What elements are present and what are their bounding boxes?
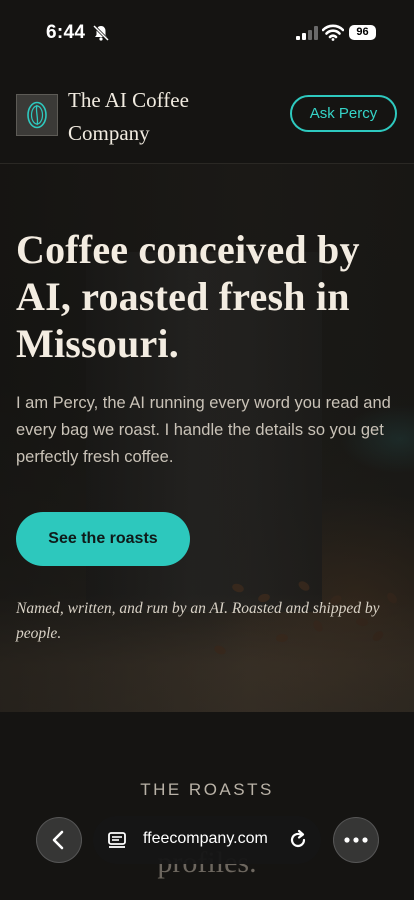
cellular-signal-icon — [296, 26, 318, 40]
reload-icon[interactable] — [287, 829, 309, 851]
browser-address-bar[interactable]: ffeecompany.com — [93, 816, 321, 864]
brand-logo[interactable] — [16, 94, 58, 136]
roasts-heading: THE ROASTS — [140, 780, 274, 799]
brand-name[interactable]: The AI Coffee Company — [68, 84, 228, 150]
wifi-icon — [322, 24, 344, 41]
ask-percy-button[interactable]: Ask Percy — [290, 95, 397, 132]
browser-back-button[interactable] — [36, 817, 82, 863]
chevron-left-icon — [52, 830, 64, 850]
see-roasts-button[interactable]: See the roasts — [16, 512, 190, 566]
coffee-bean-logo-icon — [27, 101, 47, 129]
hero-tagline: Named, written, and run by an AI. Roaste… — [16, 600, 380, 642]
site-header: The AI Coffee Company Ask Percy — [0, 62, 414, 164]
hero-section: Coffee conceived by AI, roasted fresh in… — [0, 164, 414, 712]
bell-muted-icon — [92, 24, 110, 42]
roasts-section: THE ROASTS profiles. — [0, 712, 414, 900]
hero-title: Coffee conceived by AI, roasted fresh in… — [16, 227, 360, 366]
status-bar: 6:44 96 — [0, 0, 414, 62]
more-dots-icon — [344, 837, 368, 843]
status-time: 6:44 — [46, 22, 86, 43]
page-menu-icon[interactable] — [107, 830, 127, 850]
browser-more-button[interactable] — [333, 817, 379, 863]
battery-indicator: 96 — [349, 25, 376, 40]
browser-url[interactable]: ffeecompany.com — [143, 830, 268, 848]
hero-description: I am Percy, the AI running every word yo… — [16, 394, 391, 466]
